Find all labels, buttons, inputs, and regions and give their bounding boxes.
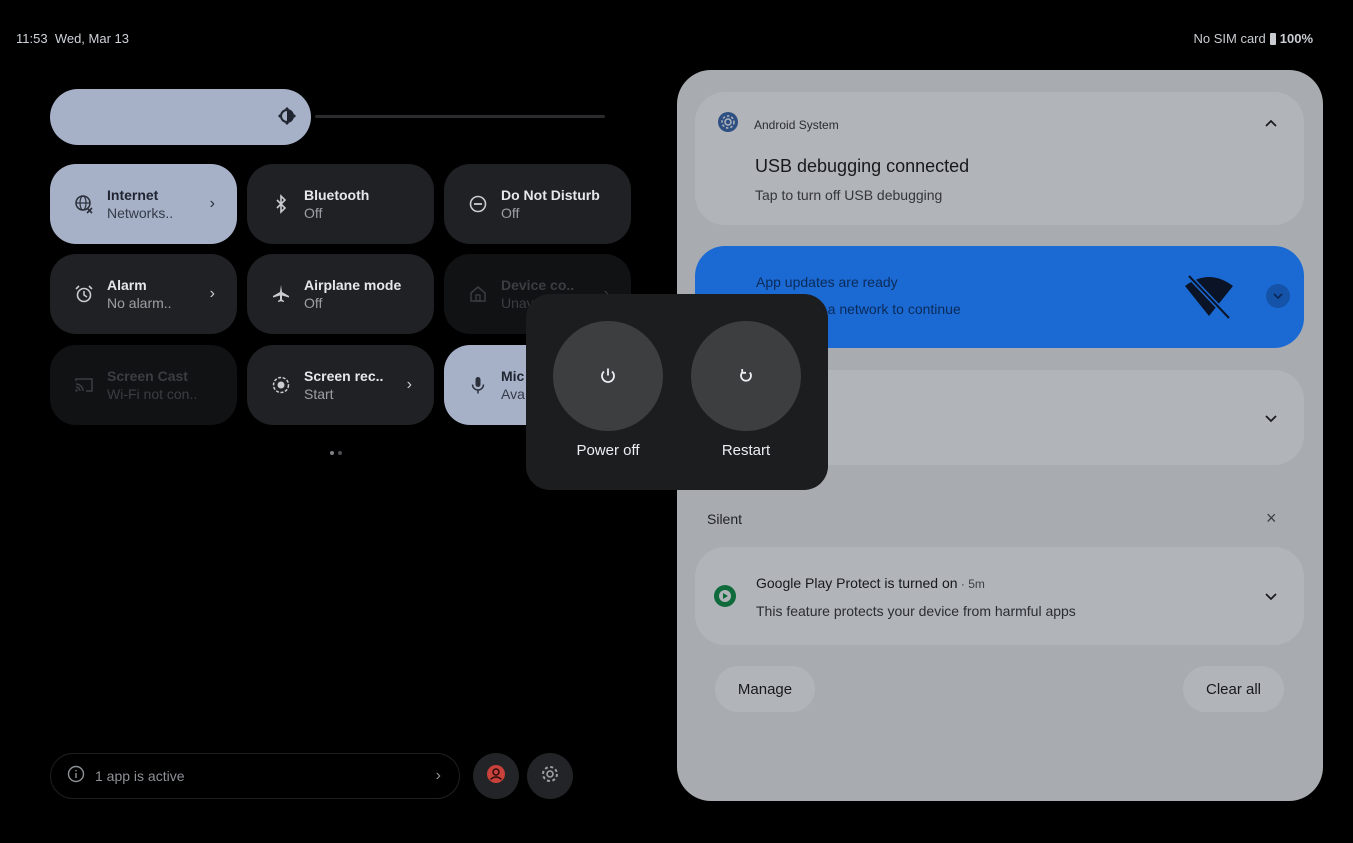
- home-icon: [468, 284, 488, 304]
- play-protect-notification[interactable]: Google Play Protect is turned on · 5m Th…: [695, 547, 1304, 645]
- notification-text: This feature protects your device from h…: [756, 603, 1076, 619]
- tile-text: Alarm No alarm..: [107, 276, 172, 312]
- chevron-right-icon: ›: [209, 195, 215, 212]
- battery-level: 100%: [1279, 31, 1313, 46]
- tile-status: Off: [501, 205, 520, 221]
- tile-text: Internet Networks..: [107, 186, 173, 222]
- screen-record-icon: [271, 375, 291, 395]
- page-indicator: [330, 451, 342, 455]
- tile-label: Bluetooth: [304, 187, 370, 203]
- tile-airplane-mode[interactable]: Airplane mode Off: [247, 254, 434, 334]
- status-time: 11:53: [16, 31, 48, 46]
- brightness-icon: [277, 106, 297, 126]
- notification-time: · 5m: [957, 577, 985, 591]
- tile-screen-cast: Screen Cast Wi-Fi not con..: [50, 345, 237, 425]
- clear-all-button[interactable]: Clear all: [1183, 666, 1284, 712]
- notification-text: o a network to continue: [816, 301, 961, 317]
- close-icon[interactable]: ×: [1266, 508, 1277, 529]
- airplane-icon: [271, 284, 291, 304]
- tile-status: Start: [304, 386, 334, 402]
- restart-button[interactable]: [691, 321, 801, 431]
- chevron-down-icon: [1265, 593, 1277, 601]
- tile-alarm[interactable]: Alarm No alarm.. ›: [50, 254, 237, 334]
- internet-off-icon: [74, 194, 94, 214]
- tile-label: Screen rec..: [304, 368, 384, 384]
- wifi-off-icon: [1183, 274, 1235, 325]
- mic-icon: [468, 375, 488, 395]
- active-apps-label: 1 app is active: [95, 768, 185, 784]
- alarm-icon: [74, 284, 94, 304]
- tile-label: Mic: [501, 368, 525, 384]
- tile-text: Screen rec.. Start: [304, 367, 383, 403]
- active-apps-button[interactable]: 1 app is active ›: [50, 753, 460, 799]
- tile-status: Wi-Fi not con..: [107, 386, 198, 402]
- restart-icon: [740, 369, 752, 382]
- tile-label: Internet: [107, 187, 159, 203]
- brightness-track[interactable]: [315, 115, 605, 118]
- status-indicators: No SIM card 100%: [1194, 31, 1314, 46]
- notification-app-name: Android System: [754, 118, 839, 132]
- expand-button[interactable]: [1259, 584, 1283, 608]
- power-menu-dialog: Power off Restart: [526, 294, 828, 490]
- power-off-button[interactable]: [553, 321, 663, 431]
- status-clock: 11:53 Wed, Mar 13: [16, 31, 129, 46]
- notification-title: Google Play Protect is turned on: [756, 575, 958, 591]
- notification-title: App updates are ready: [756, 274, 898, 290]
- tile-text: Screen Cast Wi-Fi not con..: [107, 367, 197, 403]
- power-off-label: Power off: [576, 442, 640, 459]
- android-system-icon: [718, 112, 738, 137]
- chevron-down-icon: [1273, 293, 1283, 300]
- tile-internet[interactable]: Internet Networks.. ›: [50, 164, 237, 244]
- tile-label: Device co..: [501, 277, 575, 293]
- battery-icon: [1269, 32, 1276, 45]
- chevron-down-icon: [1265, 415, 1277, 423]
- page-dot: [330, 451, 334, 455]
- tile-status: No alarm..: [107, 295, 172, 311]
- restart-label: Restart: [721, 442, 771, 459]
- brightness-slider[interactable]: [50, 89, 311, 145]
- bluetooth-icon: [271, 194, 291, 214]
- tile-label: Airplane mode: [304, 277, 402, 293]
- power-icon: [601, 368, 615, 383]
- play-protect-icon: [714, 585, 736, 612]
- tile-status: Networks..: [107, 205, 174, 221]
- settings-button[interactable]: [527, 753, 573, 799]
- chevron-right-icon: ›: [209, 285, 215, 302]
- tile-status: Off: [304, 295, 323, 311]
- tile-label: Screen Cast: [107, 368, 188, 384]
- tile-text: Mic Ava: [501, 367, 525, 403]
- tile-do-not-disturb[interactable]: Do Not Disturb Off: [444, 164, 631, 244]
- tile-label: Alarm: [107, 277, 147, 293]
- status-date: Wed, Mar 13: [54, 31, 129, 46]
- info-icon: [67, 765, 85, 788]
- silent-section-header: Silent: [707, 511, 743, 527]
- tile-status: Off: [304, 205, 323, 221]
- gear-icon: [540, 764, 560, 789]
- chevron-right-icon: ›: [435, 767, 441, 784]
- tile-screen-rec[interactable]: Screen rec.. Start ›: [247, 345, 434, 425]
- expand-button[interactable]: [1266, 284, 1290, 308]
- tile-text: Airplane mode Off: [304, 276, 401, 312]
- tile-text: Bluetooth Off: [304, 186, 369, 222]
- do-not-disturb-icon: [468, 194, 488, 214]
- manage-button[interactable]: Manage: [715, 666, 815, 712]
- user-icon: [486, 764, 506, 789]
- collapse-button[interactable]: [1259, 112, 1283, 136]
- screen: 11:53 Wed, Mar 13 No SIM card 100% Inter…: [5, 5, 1348, 838]
- cast-icon: [74, 375, 94, 395]
- page-dot: [338, 451, 342, 455]
- expand-button[interactable]: [1259, 406, 1283, 430]
- tile-label: Do Not Disturb: [501, 187, 600, 203]
- usb-debugging-notification[interactable]: Android System USB debugging connected T…: [695, 92, 1304, 225]
- sim-status: No SIM card: [1193, 31, 1266, 46]
- tile-status: Ava: [501, 386, 525, 402]
- tile-bluetooth[interactable]: Bluetooth Off: [247, 164, 434, 244]
- notification-text: Tap to turn off USB debugging: [755, 187, 943, 203]
- notification-title: USB debugging connected: [755, 156, 970, 176]
- chevron-up-icon: [1265, 119, 1277, 127]
- user-switch-button[interactable]: [473, 753, 519, 799]
- tile-text: Do Not Disturb Off: [501, 186, 600, 222]
- notification-header: Google Play Protect is turned on · 5m: [756, 575, 985, 591]
- chevron-right-icon: ›: [406, 376, 412, 393]
